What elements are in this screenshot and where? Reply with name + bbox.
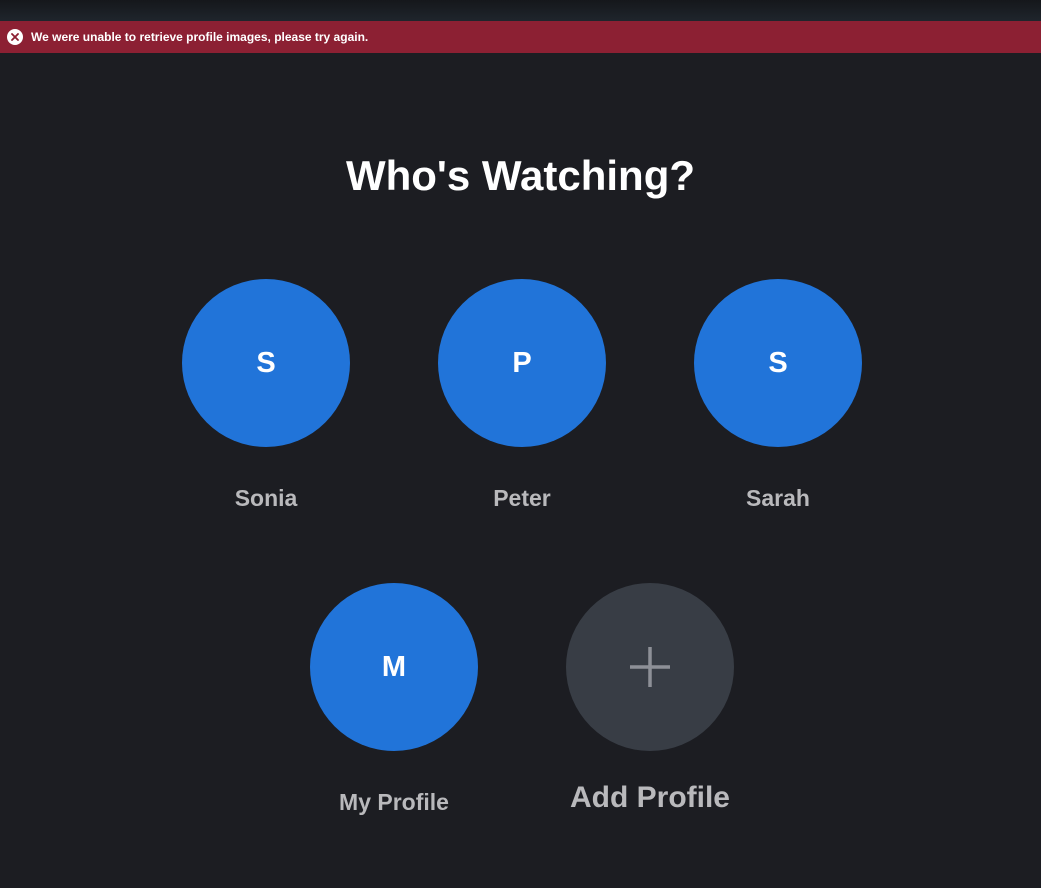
avatar-initial: M [381,650,407,683]
page-title: Who's Watching? [345,152,696,199]
avatar[interactable]: S [182,279,350,447]
avatar-initial: S [256,346,276,379]
avatar[interactable]: P [438,279,606,447]
profile-name[interactable]: Sarah [658,484,898,512]
profile-card-peter[interactable]: P Peter [402,279,642,519]
error-banner-message: We were unable to retrieve profile image… [31,30,369,44]
plus-icon [628,645,672,689]
profile-name[interactable]: Sonia [146,484,386,512]
avatar-initial: S [768,346,788,379]
avatar[interactable]: S [694,279,862,447]
profile-card-my-profile[interactable]: M My Profile [274,583,514,823]
window-top-strip [0,0,1041,21]
avatar-initial: P [512,346,532,379]
add-profile-button[interactable]: Add Profile [530,583,770,823]
error-banner: We were unable to retrieve profile image… [0,21,1041,53]
close-circle-icon[interactable] [7,29,23,45]
profile-name[interactable]: My Profile [274,788,514,816]
profile-card-sarah[interactable]: S Sarah [658,279,898,519]
profile-name[interactable]: Peter [402,484,642,512]
profile-card-sonia[interactable]: S Sonia [146,279,386,519]
avatar[interactable]: M [310,583,478,751]
add-profile-avatar[interactable] [566,583,734,751]
add-profile-label[interactable]: Add Profile [530,780,770,816]
